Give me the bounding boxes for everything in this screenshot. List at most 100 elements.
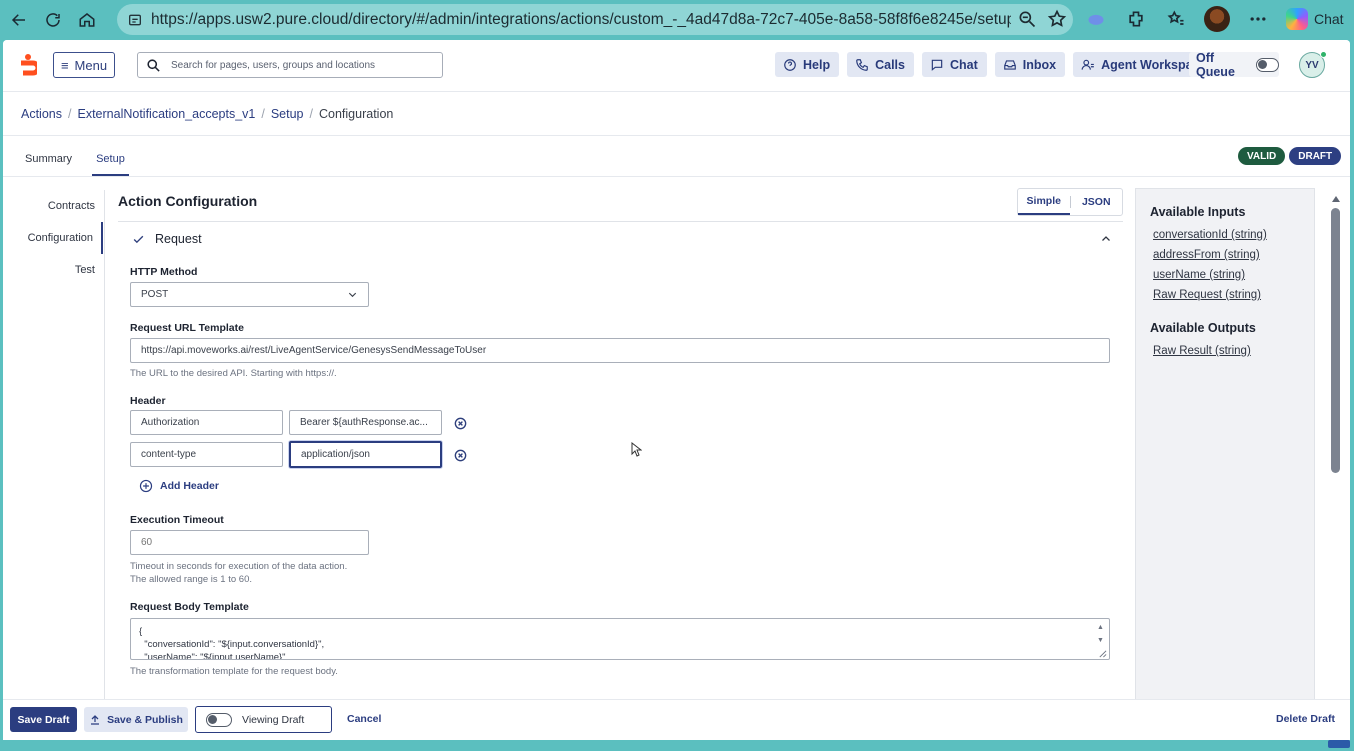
- http-method-value: POST: [141, 289, 169, 300]
- url-template-label: Request URL Template: [130, 322, 244, 334]
- header-label: Header: [130, 395, 166, 407]
- menu-lines-icon: ≡: [60, 57, 69, 73]
- calls-button[interactable]: Calls: [847, 52, 914, 77]
- queue-switch[interactable]: [1256, 57, 1279, 72]
- chat-label: Chat: [949, 57, 978, 72]
- subnav-configuration[interactable]: Configuration: [3, 222, 103, 254]
- tab-summary[interactable]: Summary: [21, 148, 76, 176]
- zoom-icon[interactable]: [1017, 9, 1037, 29]
- back-icon[interactable]: [4, 5, 34, 35]
- resize-handle-icon[interactable]: [1098, 649, 1107, 658]
- inbox-button[interactable]: Inbox: [994, 52, 1066, 77]
- taskbar-indicator: [1328, 740, 1350, 748]
- divider: [104, 190, 105, 740]
- tab-setup[interactable]: Setup: [92, 148, 129, 176]
- input-variable[interactable]: addressFrom (string): [1153, 249, 1314, 261]
- body-scroll-arrows-icon[interactable]: ▲ ▼: [1097, 621, 1107, 647]
- header-value-field[interactable]: [289, 441, 442, 468]
- mode-switcher: Simple JSON: [1017, 188, 1123, 216]
- delete-draft-button[interactable]: Delete Draft: [1276, 713, 1335, 725]
- header-value-input[interactable]: [300, 417, 441, 428]
- breadcrumb-action-name[interactable]: ExternalNotification_accepts_v1: [77, 107, 255, 121]
- viewing-draft-toggle[interactable]: Viewing Draft: [195, 706, 332, 733]
- breadcrumb-actions[interactable]: Actions: [21, 107, 62, 121]
- timeout-hint-line: Timeout in seconds for execution of the …: [130, 561, 348, 572]
- url-template-input[interactable]: [141, 345, 1109, 356]
- subnav-contracts[interactable]: Contracts: [3, 190, 103, 222]
- calls-label: Calls: [875, 57, 905, 72]
- save-draft-button[interactable]: Save Draft: [10, 707, 77, 732]
- body-line: "userName": "${input.userName}",: [139, 652, 289, 660]
- page-scrollbar[interactable]: [1329, 190, 1343, 705]
- scroll-up-icon[interactable]: [1331, 195, 1341, 203]
- breadcrumb-setup[interactable]: Setup: [271, 107, 304, 121]
- presence-dot: [1320, 51, 1327, 58]
- cancel-button[interactable]: Cancel: [347, 713, 381, 725]
- input-variable[interactable]: Raw Request (string): [1153, 289, 1314, 301]
- queue-toggle[interactable]: Off Queue: [1189, 50, 1279, 79]
- search-icon: [147, 58, 160, 72]
- http-method-select[interactable]: POST: [130, 282, 369, 307]
- browser-profile-avatar[interactable]: [1204, 6, 1230, 32]
- taskbar-strip: [0, 740, 1354, 751]
- subnav-test[interactable]: Test: [3, 254, 103, 286]
- favorites-icon[interactable]: [1164, 7, 1188, 31]
- address-bar[interactable]: https://apps.usw2.pure.cloud/directory/#…: [117, 4, 1073, 35]
- extensions-puzzle-icon[interactable]: [1124, 7, 1148, 31]
- breadcrumb-separator: /: [261, 107, 265, 121]
- header-key-field[interactable]: [130, 442, 283, 467]
- available-io-panel: Available Inputs conversationId (string)…: [1135, 188, 1315, 700]
- execution-timeout-input[interactable]: [141, 537, 368, 548]
- divider: [118, 221, 1123, 222]
- header-value-input[interactable]: [301, 449, 440, 460]
- extension-cloud-icon[interactable]: [1084, 7, 1108, 31]
- site-info-icon[interactable]: [127, 12, 143, 28]
- remove-header-icon[interactable]: [454, 449, 467, 462]
- home-icon[interactable]: [72, 5, 102, 35]
- menu-button[interactable]: ≡ Menu: [53, 52, 115, 78]
- chat-button[interactable]: Chat: [921, 52, 987, 77]
- execution-timeout-label: Execution Timeout: [130, 514, 224, 526]
- search-input[interactable]: [171, 59, 441, 71]
- check-icon: [133, 235, 144, 243]
- chevron-down-icon: [348, 292, 357, 298]
- remove-header-icon[interactable]: [454, 417, 467, 430]
- mode-json[interactable]: JSON: [1071, 189, 1123, 215]
- reload-icon[interactable]: [38, 5, 68, 35]
- execution-timeout-field[interactable]: [130, 530, 369, 555]
- output-variable[interactable]: Raw Result (string): [1153, 345, 1314, 357]
- more-options-icon[interactable]: [1246, 7, 1270, 31]
- header-key-field[interactable]: [130, 410, 283, 435]
- breadcrumb-separator: /: [309, 107, 313, 121]
- global-search[interactable]: [137, 52, 443, 78]
- url-template-field[interactable]: [130, 338, 1110, 363]
- header-key-input[interactable]: [141, 449, 282, 460]
- body-hint: The transformation template for the requ…: [130, 666, 338, 677]
- add-header-button[interactable]: Add Header: [139, 479, 219, 493]
- genesys-logo-icon[interactable]: [19, 53, 37, 79]
- url-text[interactable]: https://apps.usw2.pure.cloud/directory/#…: [151, 11, 1011, 29]
- body-line: {: [139, 626, 143, 637]
- page-tabs: Summary Setup: [21, 148, 129, 176]
- input-variable[interactable]: userName (string): [1153, 269, 1314, 281]
- copilot-chat-button[interactable]: Chat: [1286, 8, 1344, 30]
- chevron-up-icon[interactable]: [1100, 233, 1112, 245]
- body-template-editor[interactable]: { "conversationId": "${input.conversatio…: [130, 618, 1110, 660]
- request-section-header[interactable]: Request: [132, 229, 1112, 249]
- mode-simple[interactable]: Simple: [1018, 189, 1070, 215]
- agent-icon: [1081, 59, 1094, 70]
- star-icon[interactable]: [1047, 9, 1067, 29]
- breadcrumb-separator: /: [68, 107, 72, 121]
- queue-label: Off Queue: [1196, 50, 1235, 79]
- divider: [3, 135, 1350, 136]
- header-key-input[interactable]: [141, 417, 282, 428]
- input-variable[interactable]: conversationId (string): [1153, 229, 1314, 241]
- valid-badge: VALID: [1238, 147, 1286, 165]
- help-button[interactable]: Help: [775, 52, 840, 77]
- action-footer: Save Draft Save & Publish Viewing Draft …: [3, 699, 1350, 740]
- viewing-draft-switch[interactable]: [206, 712, 232, 727]
- chat-icon: [931, 59, 943, 71]
- header-value-field[interactable]: [289, 410, 442, 435]
- save-publish-button[interactable]: Save & Publish: [84, 707, 188, 732]
- scrollbar-thumb[interactable]: [1331, 208, 1340, 473]
